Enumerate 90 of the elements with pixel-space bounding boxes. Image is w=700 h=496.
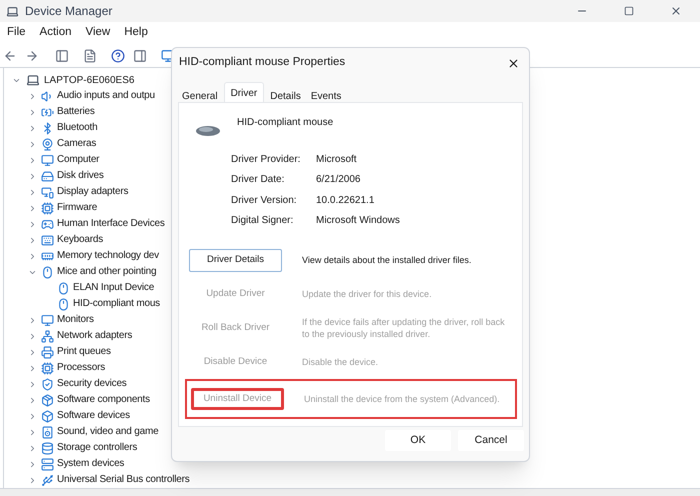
help-icon[interactable] [111,48,125,62]
tree-item[interactable]: HID-compliant mous [73,299,160,309]
tree-item[interactable]: Memory technology dev [57,251,159,261]
tree-item[interactable]: Monitors [57,315,94,325]
property-label: Driver Provider: [231,152,302,167]
processor-icon [41,362,54,374]
menu-item[interactable]: Action [40,24,72,42]
tree-item[interactable]: Software components [57,395,150,405]
dialog-button[interactable]: OK [385,430,451,451]
tree-item[interactable]: Mice and other pointing [57,267,156,277]
shield-icon [41,378,54,390]
mouse-icon [195,125,221,137]
device-name: HID-compliant mouse [237,116,334,130]
tree-item[interactable]: Firmware [57,203,98,213]
display-icon [41,186,54,198]
action-description: Uninstall the device from the system (Advanced). [304,393,500,405]
forward-icon[interactable] [25,48,39,62]
computer-icon [6,4,19,18]
property-value: 10.0.22621.1 [316,194,374,208]
tree-item[interactable]: Cameras [57,139,96,149]
mouse-icon [57,298,70,310]
tree-item[interactable]: Human Interface Devices [57,219,165,229]
back-icon[interactable] [3,48,17,62]
close-icon[interactable] [507,56,520,70]
menu-item[interactable]: File [7,24,26,42]
tree-item[interactable]: Disk drives [57,171,104,181]
tree-item[interactable]: Processors [57,363,106,373]
property-value: Microsoft Windows [316,214,400,228]
memory-icon [41,250,54,262]
close-icon[interactable] [670,5,682,17]
webcam-icon [41,138,54,150]
property-label: Driver Version: [231,194,298,208]
tab[interactable]: Details [266,85,305,102]
tree-item[interactable]: ELAN Input Device [73,283,154,293]
tree-item[interactable]: Security devices [57,379,127,389]
network-icon [41,330,54,342]
tree-item[interactable]: Storage controllers [57,443,138,453]
maximize-icon[interactable] [624,6,634,16]
panel-icon[interactable] [133,48,147,62]
tree-item[interactable]: Bluetooth [57,123,98,133]
tree-item[interactable]: Computer [57,155,100,165]
tab[interactable]: General [178,85,222,102]
property-label: Driver Date: [231,173,286,188]
bluetooth-icon [41,122,54,134]
usb-icon [41,474,54,486]
tab[interactable]: Driver [224,82,264,102]
package-icon [41,394,54,406]
battery-icon [41,106,54,118]
tree-item[interactable]: Network adapters [57,331,132,341]
dialog-button[interactable]: Cancel [458,430,524,451]
action-description: Disable the device. [302,356,378,368]
property-label: Digital Signer: [231,214,294,228]
chip-icon [41,202,54,214]
menu-item[interactable]: Help [124,24,148,42]
tree-item[interactable]: System devices [57,459,124,469]
speaker-icon [41,426,54,438]
action-description: Update the driver for this device. [302,288,432,300]
box-icon [41,410,54,422]
keyboard-icon [41,234,54,246]
action-description: If the device fails after updating the driver, roll back to the previously installed driver. [302,316,506,340]
mouse-icon [57,282,70,294]
tree-item[interactable]: Print queues [57,347,111,357]
monitor-icon [41,314,54,326]
tree-item[interactable]: Batteries [57,107,95,117]
tab[interactable]: Events [306,85,346,102]
dialog-title: HID-compliant mouse Properties [179,55,346,70]
tree-item[interactable]: Audio inputs and outpu [57,91,155,101]
panel-icon[interactable] [55,48,69,62]
printer-icon [41,346,54,358]
action-button[interactable]: Driver Details [189,248,282,272]
tree-item[interactable]: Software devices [57,411,130,421]
mouse-icon [41,266,54,278]
server-icon [41,458,54,470]
gamepad-icon [41,218,54,230]
tree-item[interactable]: Universal Serial Bus controllers [57,475,190,485]
property-value: 6/21/2006 [316,173,360,188]
tree-item[interactable]: Keyboards [57,235,104,245]
monitor-icon [41,154,54,166]
storage-icon [41,442,54,454]
document-icon[interactable] [83,48,97,62]
tree-item[interactable]: Display adapters [57,187,128,197]
tree-item[interactable]: LAPTOP-6E060ES6 [44,72,134,88]
action-description: View details about the installed driver files. [302,254,472,266]
computer-icon [26,73,40,87]
window-title: Device Manager [25,3,112,20]
speaker-icon [41,90,54,102]
property-value: Microsoft [316,152,357,167]
menu-item[interactable]: View [86,24,110,42]
drive-icon [41,170,54,182]
tree-item[interactable]: Sound, video and game [57,427,158,437]
